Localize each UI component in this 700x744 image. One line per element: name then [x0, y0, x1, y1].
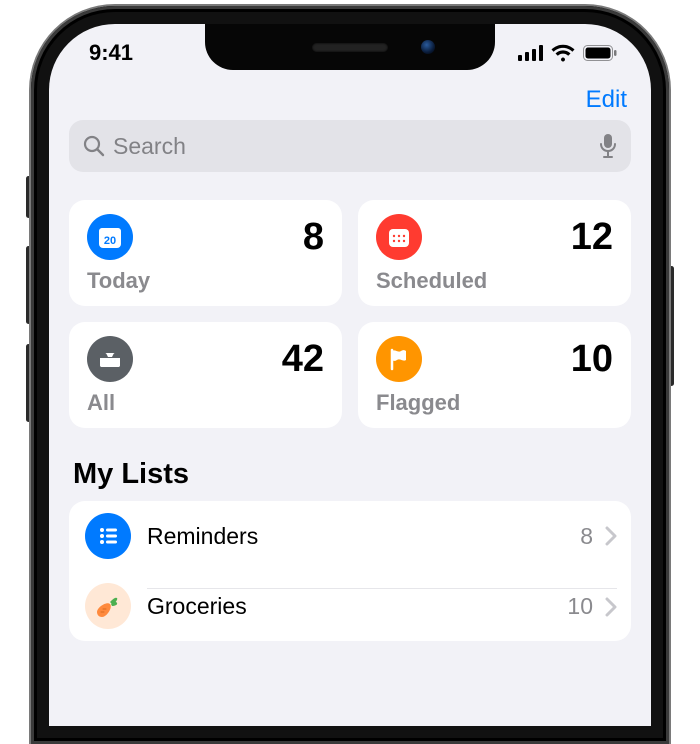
chevron-right-icon [605, 526, 617, 546]
list-row-groceries[interactable]: Groceries 10 [69, 571, 631, 641]
list-count: 10 [567, 593, 593, 620]
chevron-right-icon [605, 597, 617, 617]
search-container [49, 120, 651, 186]
smart-list-label: All [87, 390, 324, 416]
flag-icon [376, 336, 422, 382]
smart-list-count: 10 [571, 338, 613, 381]
list-title: Groceries [147, 593, 555, 620]
smart-list-count: 8 [303, 216, 324, 259]
smart-list-flagged[interactable]: 10 Flagged [358, 322, 631, 428]
front-camera [421, 40, 435, 54]
edit-button[interactable]: Edit [586, 86, 627, 114]
cellular-icon [518, 45, 543, 61]
carrot-icon [85, 583, 131, 629]
smart-list-label: Today [87, 268, 324, 294]
notch [205, 24, 495, 70]
smart-list-scheduled[interactable]: 12 Scheduled [358, 200, 631, 306]
smart-list-count: 42 [282, 338, 324, 381]
phone-frame: 9:41 [31, 6, 669, 744]
search-input[interactable] [113, 133, 591, 160]
status-indicators [518, 44, 617, 62]
list-row-reminders[interactable]: Reminders 8 [69, 501, 631, 571]
list-count: 8 [580, 523, 593, 550]
tray-icon [87, 336, 133, 382]
my-lists-heading: My Lists [49, 436, 651, 501]
list-title: Reminders [147, 523, 568, 550]
smart-list-today[interactable]: 20 8 Today [69, 200, 342, 306]
nav-bar: Edit [49, 82, 651, 120]
search-field[interactable] [69, 120, 631, 172]
speaker [312, 43, 388, 52]
my-lists: Reminders 8 [69, 501, 631, 641]
status-time: 9:41 [89, 40, 133, 66]
smart-lists-grid: 20 8 Today [49, 186, 651, 436]
calendar-icon [376, 214, 422, 260]
battery-icon [583, 45, 617, 61]
side-button [669, 266, 674, 386]
smart-list-count: 12 [571, 216, 613, 259]
smart-list-label: Scheduled [376, 268, 613, 294]
list-bullet-icon [85, 513, 131, 559]
smart-list-all[interactable]: 42 All [69, 322, 342, 428]
svg-text:20: 20 [104, 235, 116, 247]
microphone-icon[interactable] [599, 133, 617, 159]
screen: 9:41 [49, 24, 651, 726]
smart-list-label: Flagged [376, 390, 613, 416]
wifi-icon [551, 44, 575, 62]
phone-mockup: 9:41 [31, 6, 669, 744]
calendar-today-icon: 20 [87, 214, 133, 260]
search-icon [83, 135, 105, 157]
